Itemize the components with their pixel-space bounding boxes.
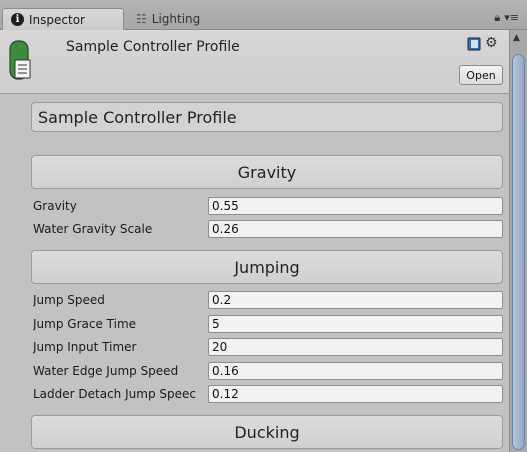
- tab-lighting[interactable]: ☷ Lighting: [128, 8, 238, 30]
- field-row-ladder-detach-jump-speed: Ladder Detach Jump Speec 0.12: [31, 385, 503, 404]
- open-button[interactable]: Open: [459, 65, 503, 85]
- lighting-icon: ☷: [136, 12, 147, 26]
- asset-title: Sample Controller Profile: [66, 39, 240, 55]
- inspector-header: Sample Controller Profile ⚙ Open: [0, 30, 509, 94]
- tab-bar: i Inspector ☷ Lighting 🔒︎ ▾≡: [0, 0, 527, 30]
- section-gravity-header: Gravity: [31, 155, 503, 189]
- field-label: Jump Grace Time: [33, 317, 137, 331]
- field-row-jump-input-timer: Jump Input Timer 20: [31, 338, 503, 357]
- water-gravity-scale-input[interactable]: 0.26: [208, 220, 503, 238]
- field-label: Water Edge Jump Speed: [33, 364, 179, 378]
- section-ducking-header: Ducking: [31, 415, 503, 449]
- field-row-jump-speed: Jump Speed 0.2: [31, 291, 503, 310]
- help-book-icon[interactable]: [467, 37, 481, 51]
- scroll-thumb[interactable]: [512, 54, 525, 450]
- tab-inspector[interactable]: i Inspector: [2, 8, 124, 30]
- gear-icon[interactable]: ⚙: [485, 35, 498, 51]
- field-label: Water Gravity Scale: [33, 222, 153, 236]
- window-controls: 🔒︎ ▾≡: [494, 11, 519, 25]
- scroll-up-arrow-icon[interactable]: ▲: [513, 33, 520, 43]
- section-jumping-header: Jumping: [31, 250, 503, 284]
- menu-icon[interactable]: ▾≡: [504, 11, 519, 25]
- jump-input-timer-input[interactable]: 20: [208, 338, 503, 356]
- gravity-input[interactable]: 0.55: [208, 197, 503, 215]
- field-row-water-gravity-scale: Water Gravity Scale 0.26: [31, 220, 503, 239]
- jump-speed-input[interactable]: 0.2: [208, 291, 503, 309]
- field-row-jump-grace-time: Jump Grace Time 5: [31, 315, 503, 334]
- field-label: Jump Speed: [33, 293, 105, 307]
- field-row-water-edge-jump-speed: Water Edge Jump Speed 0.16: [31, 362, 503, 381]
- vertical-scrollbar[interactable]: ▲: [509, 30, 527, 452]
- ladder-detach-jump-speed-input[interactable]: 0.12: [208, 385, 503, 403]
- field-label: Ladder Detach Jump Speec: [33, 387, 196, 401]
- field-row-gravity: Gravity 0.55: [31, 197, 503, 216]
- tab-lighting-label: Lighting: [151, 12, 201, 26]
- lock-icon[interactable]: 🔒︎: [494, 11, 500, 25]
- tab-inspector-label: Inspector: [29, 12, 85, 27]
- info-icon: i: [11, 13, 24, 26]
- water-edge-jump-speed-input[interactable]: 0.16: [208, 362, 503, 380]
- field-label: Jump Input Timer: [33, 340, 137, 354]
- scriptable-object-icon: [9, 40, 31, 80]
- jump-grace-time-input[interactable]: 5: [208, 315, 503, 333]
- profile-box-title: Sample Controller Profile: [31, 102, 503, 132]
- field-label: Gravity: [33, 199, 77, 213]
